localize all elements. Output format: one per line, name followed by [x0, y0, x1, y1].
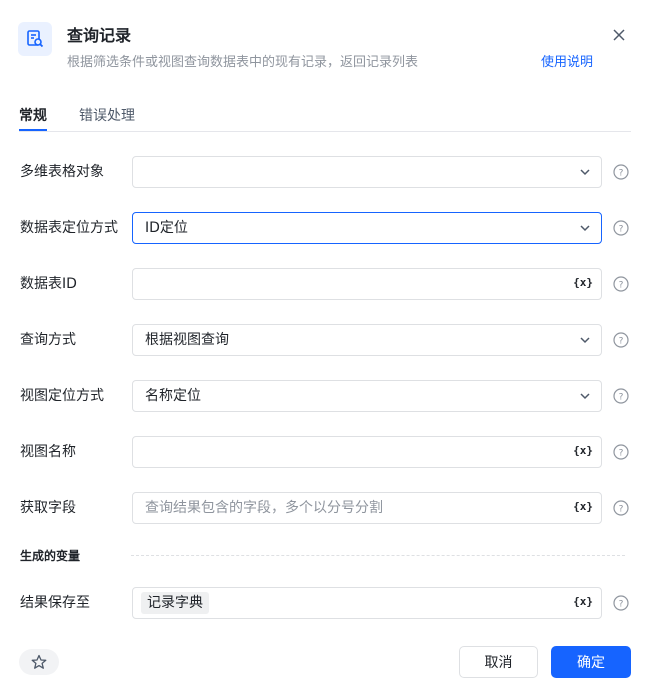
table-id-input[interactable]: {x}	[132, 268, 602, 300]
tab-general[interactable]: 常规	[19, 105, 47, 125]
form-row-query-method: 查询方式 根据视图查询 ?	[0, 324, 645, 356]
form-row-table-object: 多维表格对象 ?	[0, 156, 645, 188]
variable-insert-button[interactable]: {x}	[573, 595, 593, 608]
help-icon[interactable]: ?	[613, 500, 629, 516]
svg-text:?: ?	[619, 449, 624, 459]
dialog-subtitle: 根据筛选条件或视图查询数据表中的现有记录，返回记录列表	[67, 55, 419, 70]
help-icon[interactable]: ?	[613, 220, 629, 236]
chevron-down-icon	[580, 225, 590, 232]
view-name-input[interactable]: {x}	[132, 436, 602, 468]
help-icon[interactable]: ?	[613, 595, 629, 611]
tab-bar: 常规 错误处理	[19, 96, 631, 132]
form-row-get-fields: 获取字段 查询结果包含的字段，多个以分号分割 {x} ?	[0, 492, 645, 524]
active-tab-indicator	[19, 129, 47, 131]
field-value: 名称定位	[145, 388, 201, 404]
generated-vars-title: 生成的变量	[20, 549, 81, 563]
help-icon[interactable]: ?	[613, 332, 629, 348]
close-icon	[613, 29, 625, 41]
field-label: 多维表格对象	[20, 164, 104, 180]
help-link[interactable]: 使用说明	[541, 51, 593, 70]
svg-text:?: ?	[619, 393, 624, 403]
form-row-view-locate: 视图定位方式 名称定位 ?	[0, 380, 645, 412]
help-icon[interactable]: ?	[613, 388, 629, 404]
field-label: 获取字段	[20, 500, 76, 516]
close-button[interactable]	[608, 24, 630, 46]
table-object-select[interactable]	[132, 156, 602, 188]
variable-insert-button[interactable]: {x}	[573, 276, 593, 289]
save-to-input[interactable]: 记录字典 {x}	[132, 587, 602, 619]
cancel-button[interactable]: 取消	[459, 646, 538, 678]
svg-text:?: ?	[619, 281, 624, 291]
variable-insert-button[interactable]: {x}	[573, 444, 593, 457]
field-placeholder: 查询结果包含的字段，多个以分号分割	[145, 500, 383, 516]
table-search-icon	[18, 22, 52, 56]
form-row-table-id: 数据表ID {x} ?	[0, 268, 645, 300]
field-value: 根据视图查询	[145, 332, 229, 348]
get-fields-input[interactable]: 查询结果包含的字段，多个以分号分割 {x}	[132, 492, 602, 524]
svg-text:?: ?	[619, 169, 624, 179]
query-method-select[interactable]: 根据视图查询	[132, 324, 602, 356]
field-value: ID定位	[145, 220, 188, 236]
dialog-header: 查询记录 根据筛选条件或视图查询数据表中的现有记录，返回记录列表 使用说明	[0, 0, 645, 90]
section-divider	[131, 555, 625, 556]
svg-text:?: ?	[619, 600, 624, 610]
form-row-save-to: 结果保存至 记录字典 {x} ?	[0, 587, 645, 619]
form-row-locate-method: 数据表定位方式 ID定位 ?	[0, 212, 645, 244]
field-label: 视图名称	[20, 444, 76, 460]
help-icon[interactable]: ?	[613, 276, 629, 292]
help-icon[interactable]: ?	[613, 444, 629, 460]
svg-text:?: ?	[619, 225, 624, 235]
field-label: 结果保存至	[20, 595, 90, 611]
star-icon	[31, 654, 47, 669]
chevron-down-icon	[580, 393, 590, 400]
variable-tag[interactable]: 记录字典	[141, 592, 209, 614]
field-label: 视图定位方式	[20, 388, 104, 404]
field-label: 查询方式	[20, 332, 76, 348]
field-label: 数据表定位方式	[20, 220, 118, 236]
chevron-down-icon	[580, 169, 590, 176]
favorite-button[interactable]	[19, 649, 59, 675]
tab-error-handling[interactable]: 错误处理	[79, 105, 135, 125]
field-label: 数据表ID	[20, 276, 77, 292]
form-row-view-name: 视图名称 {x} ?	[0, 436, 645, 468]
help-icon[interactable]: ?	[613, 164, 629, 180]
variable-insert-button[interactable]: {x}	[573, 500, 593, 513]
locate-method-select[interactable]: ID定位	[132, 212, 602, 244]
svg-text:?: ?	[619, 337, 624, 347]
svg-text:?: ?	[619, 505, 624, 515]
dialog-title: 查询记录	[67, 26, 132, 45]
view-locate-select[interactable]: 名称定位	[132, 380, 602, 412]
confirm-button[interactable]: 确定	[551, 646, 631, 678]
chevron-down-icon	[580, 337, 590, 344]
